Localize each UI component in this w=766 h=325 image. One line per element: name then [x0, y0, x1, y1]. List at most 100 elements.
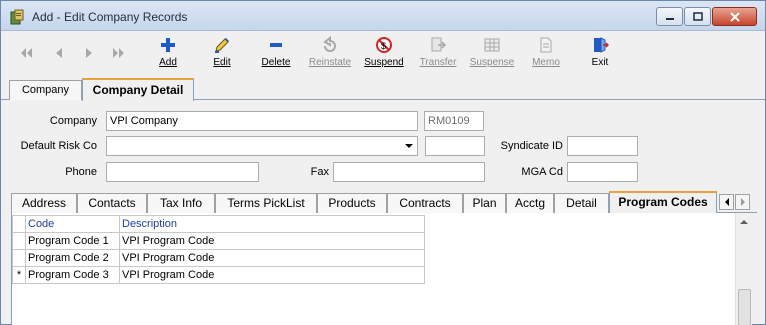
exit-button[interactable]: Exit [575, 36, 625, 72]
reinstate-button[interactable]: Reinstate [305, 36, 355, 72]
default-risk-co-dropdown[interactable] [106, 136, 418, 156]
memo-icon [540, 37, 552, 53]
tab-company-label: Company [21, 84, 70, 96]
tab-plan-label: Plan [472, 196, 497, 210]
memo-button[interactable]: Memo [521, 36, 571, 72]
maximize-icon [692, 12, 703, 21]
tab-terms-picklist[interactable]: Terms PickList [215, 193, 317, 213]
memo-label: Memo [532, 57, 560, 68]
window-controls [655, 7, 757, 26]
delete-button[interactable]: Delete [251, 36, 301, 72]
scroll-up-arrow-icon[interactable] [740, 220, 748, 224]
title-bar: Add - Edit Company Records [1, 1, 765, 31]
company-label: Company [49, 115, 97, 127]
description-cell[interactable]: VPI Program Code [119, 232, 425, 250]
svg-text:$: $ [381, 41, 386, 51]
top-tab-strip: Company Company Detail [1, 78, 765, 101]
tab-contacts[interactable]: Contacts [77, 193, 147, 213]
tab-products[interactable]: Products [317, 193, 387, 213]
tab-products-label: Products [328, 196, 376, 210]
minimize-button[interactable] [656, 7, 683, 26]
suspense-icon [484, 38, 500, 52]
edit-label: Edit [213, 57, 231, 68]
tab-program-codes-label: Program Codes [618, 195, 708, 209]
description-column-header[interactable]: Description [119, 215, 425, 233]
default-risk-code-field[interactable] [425, 136, 485, 156]
table-row[interactable]: Program Code 1 VPI Program Code [12, 232, 425, 250]
reinstate-icon [323, 36, 336, 52]
tab-acctg-label: Acctg [514, 196, 545, 210]
last-record-icon[interactable] [111, 45, 127, 61]
fax-label: Fax [310, 166, 329, 178]
next-record-icon[interactable] [81, 45, 97, 61]
app-icon [10, 9, 24, 25]
reinstate-label: Reinstate [308, 57, 352, 68]
scrollbar-thumb[interactable] [738, 289, 751, 325]
chevron-down-icon[interactable] [405, 144, 413, 148]
tab-plan[interactable]: Plan [463, 193, 506, 213]
tab-company[interactable]: Company [9, 80, 82, 100]
exit-label: Exit [591, 57, 609, 68]
app-window: Add - Edit Company Records Add Edit Dele… [0, 0, 766, 325]
suspend-label: Suspend [364, 57, 404, 68]
minus-icon [270, 43, 282, 47]
minimize-icon [665, 17, 674, 20]
new-row-marker[interactable]: * [12, 266, 26, 284]
phone-label: Phone [65, 166, 97, 178]
code-cell[interactable]: Program Code 1 [25, 232, 120, 250]
description-cell[interactable]: VPI Program Code [119, 249, 425, 267]
table-row[interactable]: Program Code 2 VPI Program Code [12, 249, 425, 267]
tab-terms-picklist-label: Terms PickList [227, 196, 305, 210]
maximize-button[interactable] [684, 7, 711, 26]
tab-contracts-label: Contracts [399, 196, 451, 210]
close-button[interactable] [712, 7, 757, 26]
tab-address[interactable]: Address [11, 193, 77, 213]
add-button[interactable]: Add [143, 36, 193, 72]
tab-tax-info[interactable]: Tax Info [147, 193, 215, 213]
syndicate-id-field[interactable] [567, 136, 638, 156]
tab-scroll-right-button[interactable] [735, 194, 750, 210]
chevron-left-icon [724, 198, 729, 206]
transfer-label: Transfer [419, 57, 457, 68]
first-record-icon[interactable] [18, 45, 34, 61]
close-icon [729, 11, 740, 22]
tab-program-codes[interactable]: Program Codes [609, 191, 717, 214]
tab-contacts-label: Contacts [88, 196, 136, 210]
row-selector[interactable] [12, 232, 26, 250]
description-cell[interactable]: VPI Program Code [119, 266, 425, 284]
tab-contracts[interactable]: Contracts [387, 193, 463, 213]
code-column-header[interactable]: Code [25, 215, 120, 233]
code-cell[interactable]: Program Code 2 [25, 249, 120, 267]
suspend-icon: $ [376, 37, 392, 53]
table-row[interactable]: * Program Code 3 VPI Program Code [12, 266, 425, 284]
default-risk-co-label: Default Risk Co [20, 140, 97, 152]
suspense-label: Suspense [469, 57, 515, 68]
tab-detail[interactable]: Detail [554, 193, 609, 213]
row-selector[interactable] [12, 249, 26, 267]
edit-button[interactable]: Edit [197, 36, 247, 72]
add-label: Add [159, 57, 177, 68]
suspend-button[interactable]: $ Suspend [359, 36, 409, 72]
delete-label: Delete [261, 57, 291, 68]
pencil-icon [215, 38, 229, 53]
phone-field[interactable] [106, 162, 259, 182]
code-cell[interactable]: Program Code 3 [25, 266, 120, 284]
previous-record-icon[interactable] [51, 45, 67, 61]
fax-field[interactable] [333, 162, 485, 182]
suspense-button[interactable]: Suspense [467, 36, 517, 72]
mga-cd-label: MGA Cd [521, 166, 563, 178]
chevron-right-icon [740, 198, 745, 206]
tab-acctg[interactable]: Acctg [506, 193, 554, 213]
grid-header-row: Code Description [12, 215, 425, 233]
mga-cd-field[interactable] [567, 162, 638, 182]
transfer-button[interactable]: Transfer [413, 36, 463, 72]
window-title: Add - Edit Company Records [32, 10, 188, 24]
company-name-field[interactable]: VPI Company [106, 111, 418, 131]
company-code-field[interactable]: RM0109 [424, 111, 484, 131]
tab-company-detail[interactable]: Company Detail [82, 78, 194, 101]
grid-vertical-scrollbar[interactable] [735, 213, 752, 325]
program-codes-grid: Code Description Program Code 1 VPI Prog… [12, 215, 425, 284]
tab-scroll-left-button[interactable] [719, 194, 734, 210]
toolbar: Add Edit Delete Reinstate $ Suspend Tran… [1, 32, 765, 74]
row-selector-header [12, 215, 26, 233]
